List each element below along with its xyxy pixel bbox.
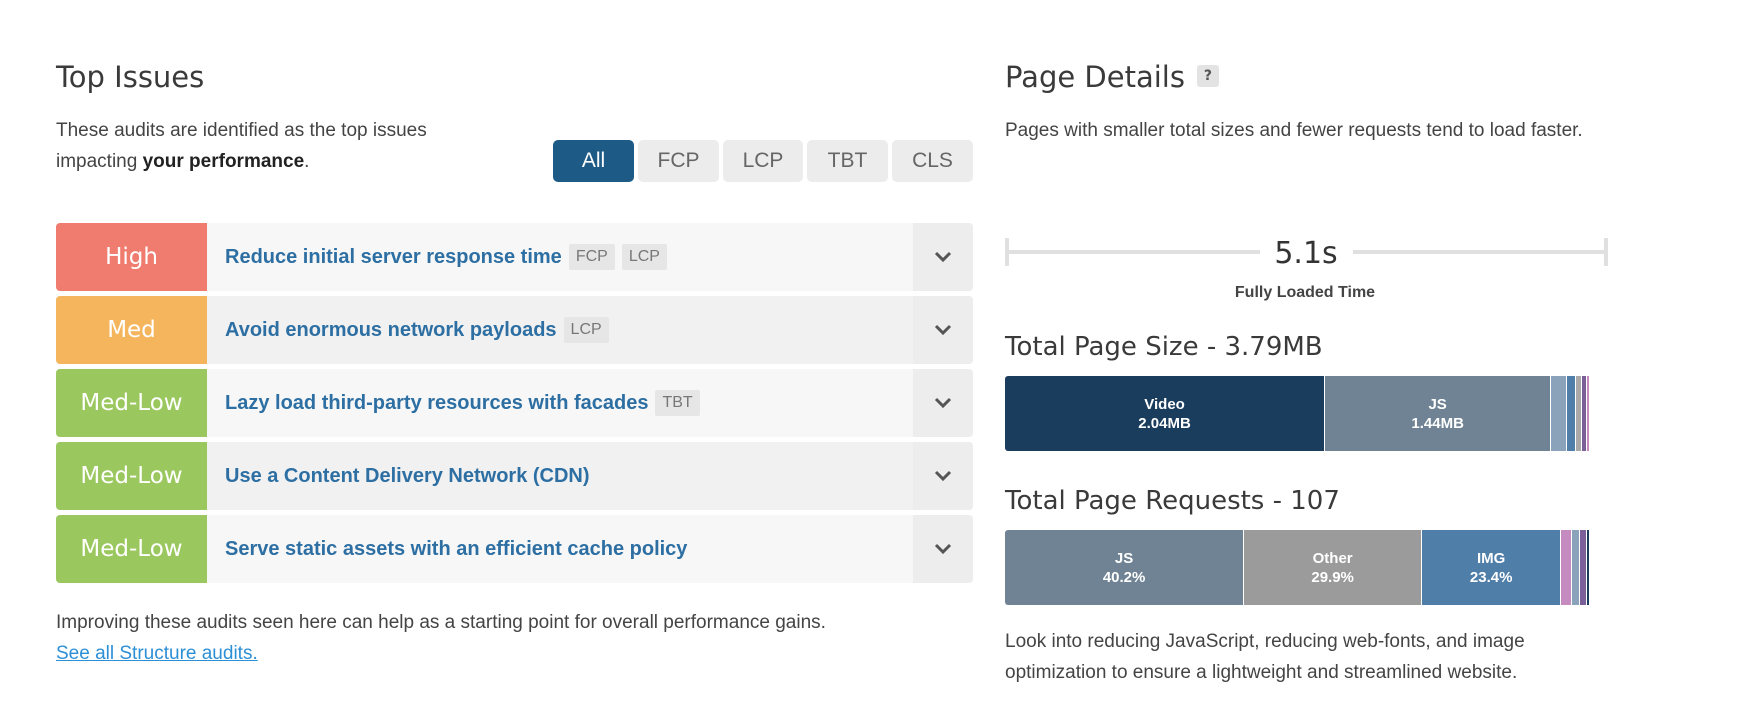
segment-value: 1.44MB xyxy=(1411,414,1464,432)
issues-list: High Reduce initial server response time… xyxy=(56,223,973,588)
page-size-segment[interactable]: Video 2.04MB xyxy=(1005,376,1326,451)
fully-loaded-value: 5.1s xyxy=(1274,236,1338,271)
page-details-conclusion: Look into reducing JavaScript, reducing … xyxy=(1005,631,1525,683)
metric-tag: FCP xyxy=(568,244,615,270)
top-issues-footer: Improving these audits seen here can hel… xyxy=(56,607,973,669)
page-details-title: Page Details? xyxy=(1005,60,1615,95)
intro-end-text: . xyxy=(304,150,310,172)
segment-value: 29.9% xyxy=(1311,568,1354,586)
severity-badge: Med-Low xyxy=(56,515,207,583)
issue-body: Use a Content Delivery Network (CDN) xyxy=(207,442,913,510)
page-size-segment[interactable] xyxy=(1551,376,1567,451)
page-requests-bar: JS 40.2% Other 29.9% IMG 23.4% xyxy=(1005,530,1600,605)
timeline-left-line xyxy=(1005,250,1260,254)
issue-body: Avoid enormous network payloads LCP xyxy=(207,296,913,364)
page-requests-segment[interactable] xyxy=(1586,530,1591,605)
top-issues-panel: Top Issues These audits are identified a… xyxy=(56,60,973,664)
issue-row[interactable]: Med-Low Serve static assets with an effi… xyxy=(56,515,973,583)
filter-lcp-button[interactable]: LCP xyxy=(723,140,803,182)
page-requests-segment[interactable]: Other 29.9% xyxy=(1244,530,1423,605)
page-details-intro: Pages with smaller total sizes and fewer… xyxy=(1005,119,1583,141)
segment-label: IMG xyxy=(1477,549,1506,567)
issue-body: Reduce initial server response time FCP … xyxy=(207,223,913,291)
issue-row[interactable]: Med-Low Lazy load third-party resources … xyxy=(56,369,973,437)
issue-title-link[interactable]: Use a Content Delivery Network (CDN) xyxy=(225,465,590,488)
severity-badge: Med-Low xyxy=(56,369,207,437)
expand-chevron-icon[interactable] xyxy=(913,442,973,510)
issue-body: Serve static assets with an efficient ca… xyxy=(207,515,913,583)
timeline-right-line xyxy=(1353,250,1608,254)
issue-row[interactable]: High Reduce initial server response time… xyxy=(56,223,973,291)
issue-body: Lazy load third-party resources with fac… xyxy=(207,369,913,437)
metric-filter-group: All FCP LCP TBT CLS xyxy=(553,140,973,182)
page-details-title-text: Page Details xyxy=(1005,60,1185,94)
timeline-end-cap xyxy=(1604,238,1608,266)
page-requests-segment[interactable]: IMG 23.4% xyxy=(1422,530,1562,605)
page-details-panel: Page Details? Pages with smaller total s… xyxy=(1005,60,1615,683)
metric-tag: TBT xyxy=(655,390,700,416)
see-all-audits-link[interactable]: See all Structure audits. xyxy=(56,638,973,669)
expand-chevron-icon[interactable] xyxy=(913,296,973,364)
total-page-size-heading: Total Page Size - 3.79MB xyxy=(1005,332,1323,362)
segment-value: 2.04MB xyxy=(1138,414,1191,432)
issue-row[interactable]: Med-Low Use a Content Delivery Network (… xyxy=(56,442,973,510)
segment-value: 40.2% xyxy=(1102,568,1146,586)
segment-label: JS xyxy=(1428,395,1447,413)
help-icon[interactable]: ? xyxy=(1196,65,1219,87)
total-page-requests-heading: Total Page Requests - 107 xyxy=(1005,486,1340,516)
intro-bold-text: your performance xyxy=(142,150,305,172)
segment-label: Video xyxy=(1144,395,1185,413)
page-requests-segment[interactable]: JS 40.2% xyxy=(1005,530,1245,605)
expand-chevron-icon[interactable] xyxy=(913,515,973,583)
page-size-bar: Video 2.04MB JS 1.44MB xyxy=(1005,376,1600,451)
issue-row[interactable]: Med Avoid enormous network payloads LCP xyxy=(56,296,973,364)
top-issues-title: Top Issues xyxy=(56,60,205,94)
issue-title-link[interactable]: Lazy load third-party resources with fac… xyxy=(225,392,648,415)
issue-title-link[interactable]: Serve static assets with an efficient ca… xyxy=(225,538,687,561)
page-requests-segment[interactable] xyxy=(1561,530,1572,605)
segment-value: 23.4% xyxy=(1469,568,1513,586)
expand-chevron-icon[interactable] xyxy=(913,369,973,437)
page-requests-segment[interactable] xyxy=(1579,530,1587,605)
metric-tag: LCP xyxy=(621,244,667,270)
top-issues-intro: These audits are identified as the top i… xyxy=(56,115,486,177)
expand-chevron-icon[interactable] xyxy=(913,223,973,291)
segment-label: JS xyxy=(1114,549,1134,567)
page-size-segment[interactable] xyxy=(1586,376,1591,451)
page-size-segment[interactable]: JS 1.44MB xyxy=(1325,376,1552,451)
severity-badge: High xyxy=(56,223,207,291)
filter-fcp-button[interactable]: FCP xyxy=(638,140,719,182)
issue-title-link[interactable]: Avoid enormous network payloads xyxy=(225,319,557,342)
segment-label: Other xyxy=(1312,549,1353,567)
page-size-segment[interactable] xyxy=(1566,376,1577,451)
fully-loaded-label: Fully Loaded Time xyxy=(1234,284,1376,301)
issue-title-link[interactable]: Reduce initial server response time xyxy=(225,246,562,269)
filter-tbt-button[interactable]: TBT xyxy=(807,140,888,182)
page-requests-segment[interactable] xyxy=(1572,530,1580,605)
metric-tag: LCP xyxy=(563,317,609,343)
filter-cls-button[interactable]: CLS xyxy=(892,140,973,182)
severity-badge: Med-Low xyxy=(56,442,207,510)
footer-text: Improving these audits seen here can hel… xyxy=(56,612,826,633)
severity-badge: Med xyxy=(56,296,207,364)
filter-all-button[interactable]: All xyxy=(553,140,634,182)
